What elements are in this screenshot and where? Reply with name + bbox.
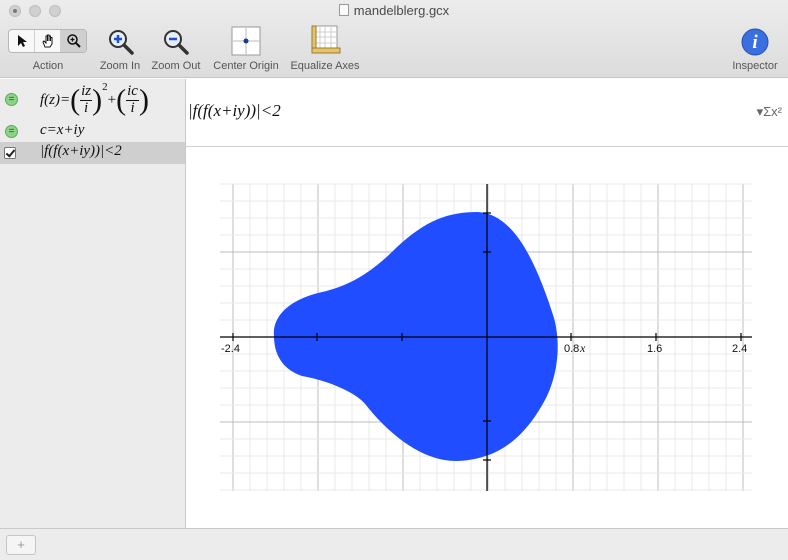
expression-row-inequality[interactable]: |f(f(x+iy))|<2 (0, 142, 185, 164)
equalize-axes-button[interactable] (310, 24, 342, 56)
zoom-tool-button[interactable] (61, 30, 86, 52)
bottom-bar: + (0, 528, 788, 560)
center-origin-button[interactable] (231, 26, 261, 56)
hand-icon (41, 34, 52, 48)
action-label: Action (32, 60, 64, 72)
sigma-menu-button[interactable]: ▾Σx² (757, 104, 782, 120)
inspector-glyph: i (752, 32, 758, 53)
equalize-axes-label: Equalize Axes (290, 60, 360, 72)
expression-list: = f(z)=(iz i)2+(ic i) = c=x+iy |f(f(x+iy))… (0, 79, 186, 528)
x-tick-label-mid: 0.8 (564, 343, 579, 355)
x-tick-label-2: 2.4 (732, 343, 747, 355)
document-icon (338, 4, 349, 16)
equation-badge[interactable]: = (5, 125, 18, 138)
center-origin-icon (231, 26, 261, 56)
zoom-out-label: Zoom Out (151, 60, 201, 72)
zoom-out-icon (164, 30, 189, 55)
expression-inequality-text: |f(f(x+iy))|<2 (40, 143, 122, 159)
hand-tool-button[interactable] (35, 30, 61, 52)
graph-area[interactable]: -2.4 0.8 x 1.6 2.4 (186, 148, 788, 528)
center-origin-label: Center Origin (213, 60, 279, 72)
zoom-in-icon (109, 30, 134, 55)
magnifier-icon (66, 34, 81, 48)
x-axis-variable: x (579, 341, 586, 355)
expression-f-formula: f(z)=(iz i)2+(ic i) (40, 81, 149, 117)
visibility-checkbox[interactable] (4, 147, 16, 159)
equation-editor[interactable]: |f(f(x+iy))|<2 ▾Σx² (186, 79, 788, 147)
inspector-label: Inspector (732, 60, 778, 72)
inspector-button[interactable]: i (740, 27, 770, 57)
expression-c-text: c=x+iy (40, 122, 85, 138)
expression-row-c[interactable]: = c=x+iy (0, 121, 185, 142)
add-expression-button[interactable]: + (6, 535, 36, 555)
expression-row-f[interactable]: = f(z)=(iz i)2+(ic i) (0, 79, 185, 121)
arrow-pointer-icon (17, 35, 27, 47)
arrow-tool-button[interactable] (9, 30, 35, 52)
equation-text[interactable]: |f(f(x+iy))|<2 (188, 101, 281, 121)
x-tick-label-neg: -2.4 (221, 343, 240, 355)
x-tick-label-1: 1.6 (647, 343, 662, 355)
equalize-axes-icon (311, 25, 341, 54)
graph-canvas[interactable]: -2.4 0.8 x 1.6 2.4 (186, 148, 788, 528)
window-toolbar: mandelblerg.gcx Action Zoom In Zoom Out (0, 0, 788, 78)
zoom-in-button[interactable] (106, 27, 136, 57)
equation-badge[interactable]: = (5, 93, 18, 106)
action-segmented-control (8, 29, 87, 53)
window-title: mandelblerg.gcx (0, 3, 788, 18)
zoom-out-button[interactable] (161, 27, 191, 57)
zoom-in-label: Zoom In (99, 60, 141, 72)
